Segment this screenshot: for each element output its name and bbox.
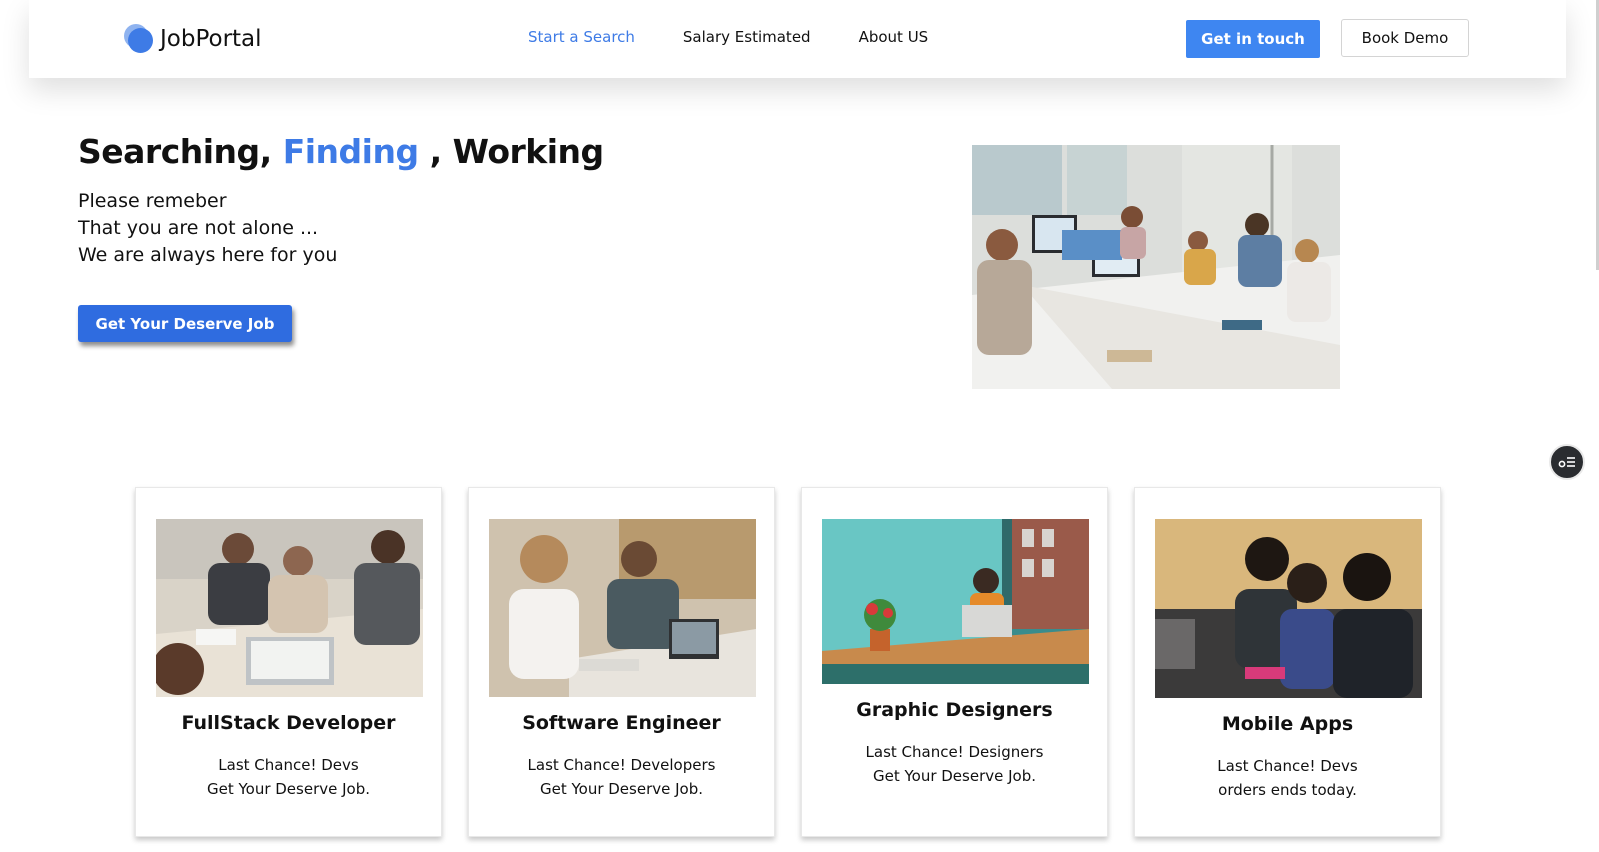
logo-icon bbox=[124, 24, 154, 54]
job-card-photo bbox=[1155, 519, 1422, 698]
hero-tagline: Please remeber That you are not alone ..… bbox=[78, 188, 337, 269]
job-card-line: Last Chance! Devs bbox=[1217, 757, 1358, 775]
job-card-mobile-apps[interactable]: Mobile Apps Last Chance! Devs orders end… bbox=[1134, 487, 1441, 837]
nav-salary-estimated[interactable]: Salary Estimated bbox=[683, 28, 811, 46]
job-card-line: orders ends today. bbox=[1218, 781, 1357, 799]
job-card-line: Get Your Deserve Job. bbox=[206, 780, 371, 798]
settings-toggle-icon[interactable] bbox=[1549, 444, 1585, 480]
job-card-description: Last Chance! Developers Get Your Deserve… bbox=[469, 753, 774, 801]
hero-line: That you are not alone ... bbox=[78, 217, 319, 239]
get-deserve-job-button[interactable]: Get Your Deserve Job bbox=[78, 305, 292, 342]
job-card-photo bbox=[822, 519, 1089, 684]
job-card-line: Last Chance! Devs bbox=[218, 756, 359, 774]
job-card-description: Last Chance! Designers Get Your Deserve … bbox=[802, 740, 1107, 788]
job-card-title: Software Engineer bbox=[522, 712, 721, 734]
job-card-line: Get Your Deserve Job. bbox=[539, 780, 704, 798]
hero-title-part1: Searching, bbox=[78, 132, 283, 171]
job-card-title: Graphic Designers bbox=[856, 699, 1053, 721]
job-card-title: FullStack Developer bbox=[181, 712, 396, 734]
hero-title: Searching, Finding , Working bbox=[78, 132, 604, 171]
hero-office-photo bbox=[972, 145, 1340, 389]
job-card-photo bbox=[156, 519, 423, 697]
job-card-description: Last Chance! Devs orders ends today. bbox=[1135, 754, 1440, 802]
nav-start-search[interactable]: Start a Search bbox=[528, 28, 635, 46]
job-card-software-engineer[interactable]: Software Engineer Last Chance! Developer… bbox=[468, 487, 775, 837]
main-nav: Start a Search Salary Estimated About US bbox=[528, 28, 928, 46]
job-card-line: Last Chance! Developers bbox=[527, 756, 716, 774]
job-card-line: Get Your Deserve Job. bbox=[872, 767, 1037, 785]
job-card-line: Last Chance! Designers bbox=[865, 743, 1044, 761]
job-card-description: Last Chance! Devs Get Your Deserve Job. bbox=[136, 753, 441, 801]
logo[interactable]: JobPortal bbox=[124, 24, 262, 54]
job-card-photo bbox=[489, 519, 756, 697]
hero-line: Please remeber bbox=[78, 190, 227, 212]
nav-about-us[interactable]: About US bbox=[859, 28, 929, 46]
job-card-fullstack[interactable]: FullStack Developer Last Chance! Devs Ge… bbox=[135, 487, 442, 837]
job-card-title: Mobile Apps bbox=[1221, 713, 1354, 735]
get-in-touch-button[interactable]: Get in touch bbox=[1186, 20, 1320, 58]
hero-line: We are always here for you bbox=[78, 244, 338, 266]
job-card-graphic-designers[interactable]: Graphic Designers Last Chance! Designers… bbox=[801, 487, 1108, 837]
top-navbar: JobPortal Start a Search Salary Estimate… bbox=[29, 0, 1566, 78]
book-demo-button[interactable]: Book Demo bbox=[1341, 19, 1469, 57]
hero-title-highlight: Finding bbox=[282, 132, 419, 171]
logo-text: JobPortal bbox=[160, 26, 262, 52]
hero-title-part2: , Working bbox=[418, 132, 605, 171]
